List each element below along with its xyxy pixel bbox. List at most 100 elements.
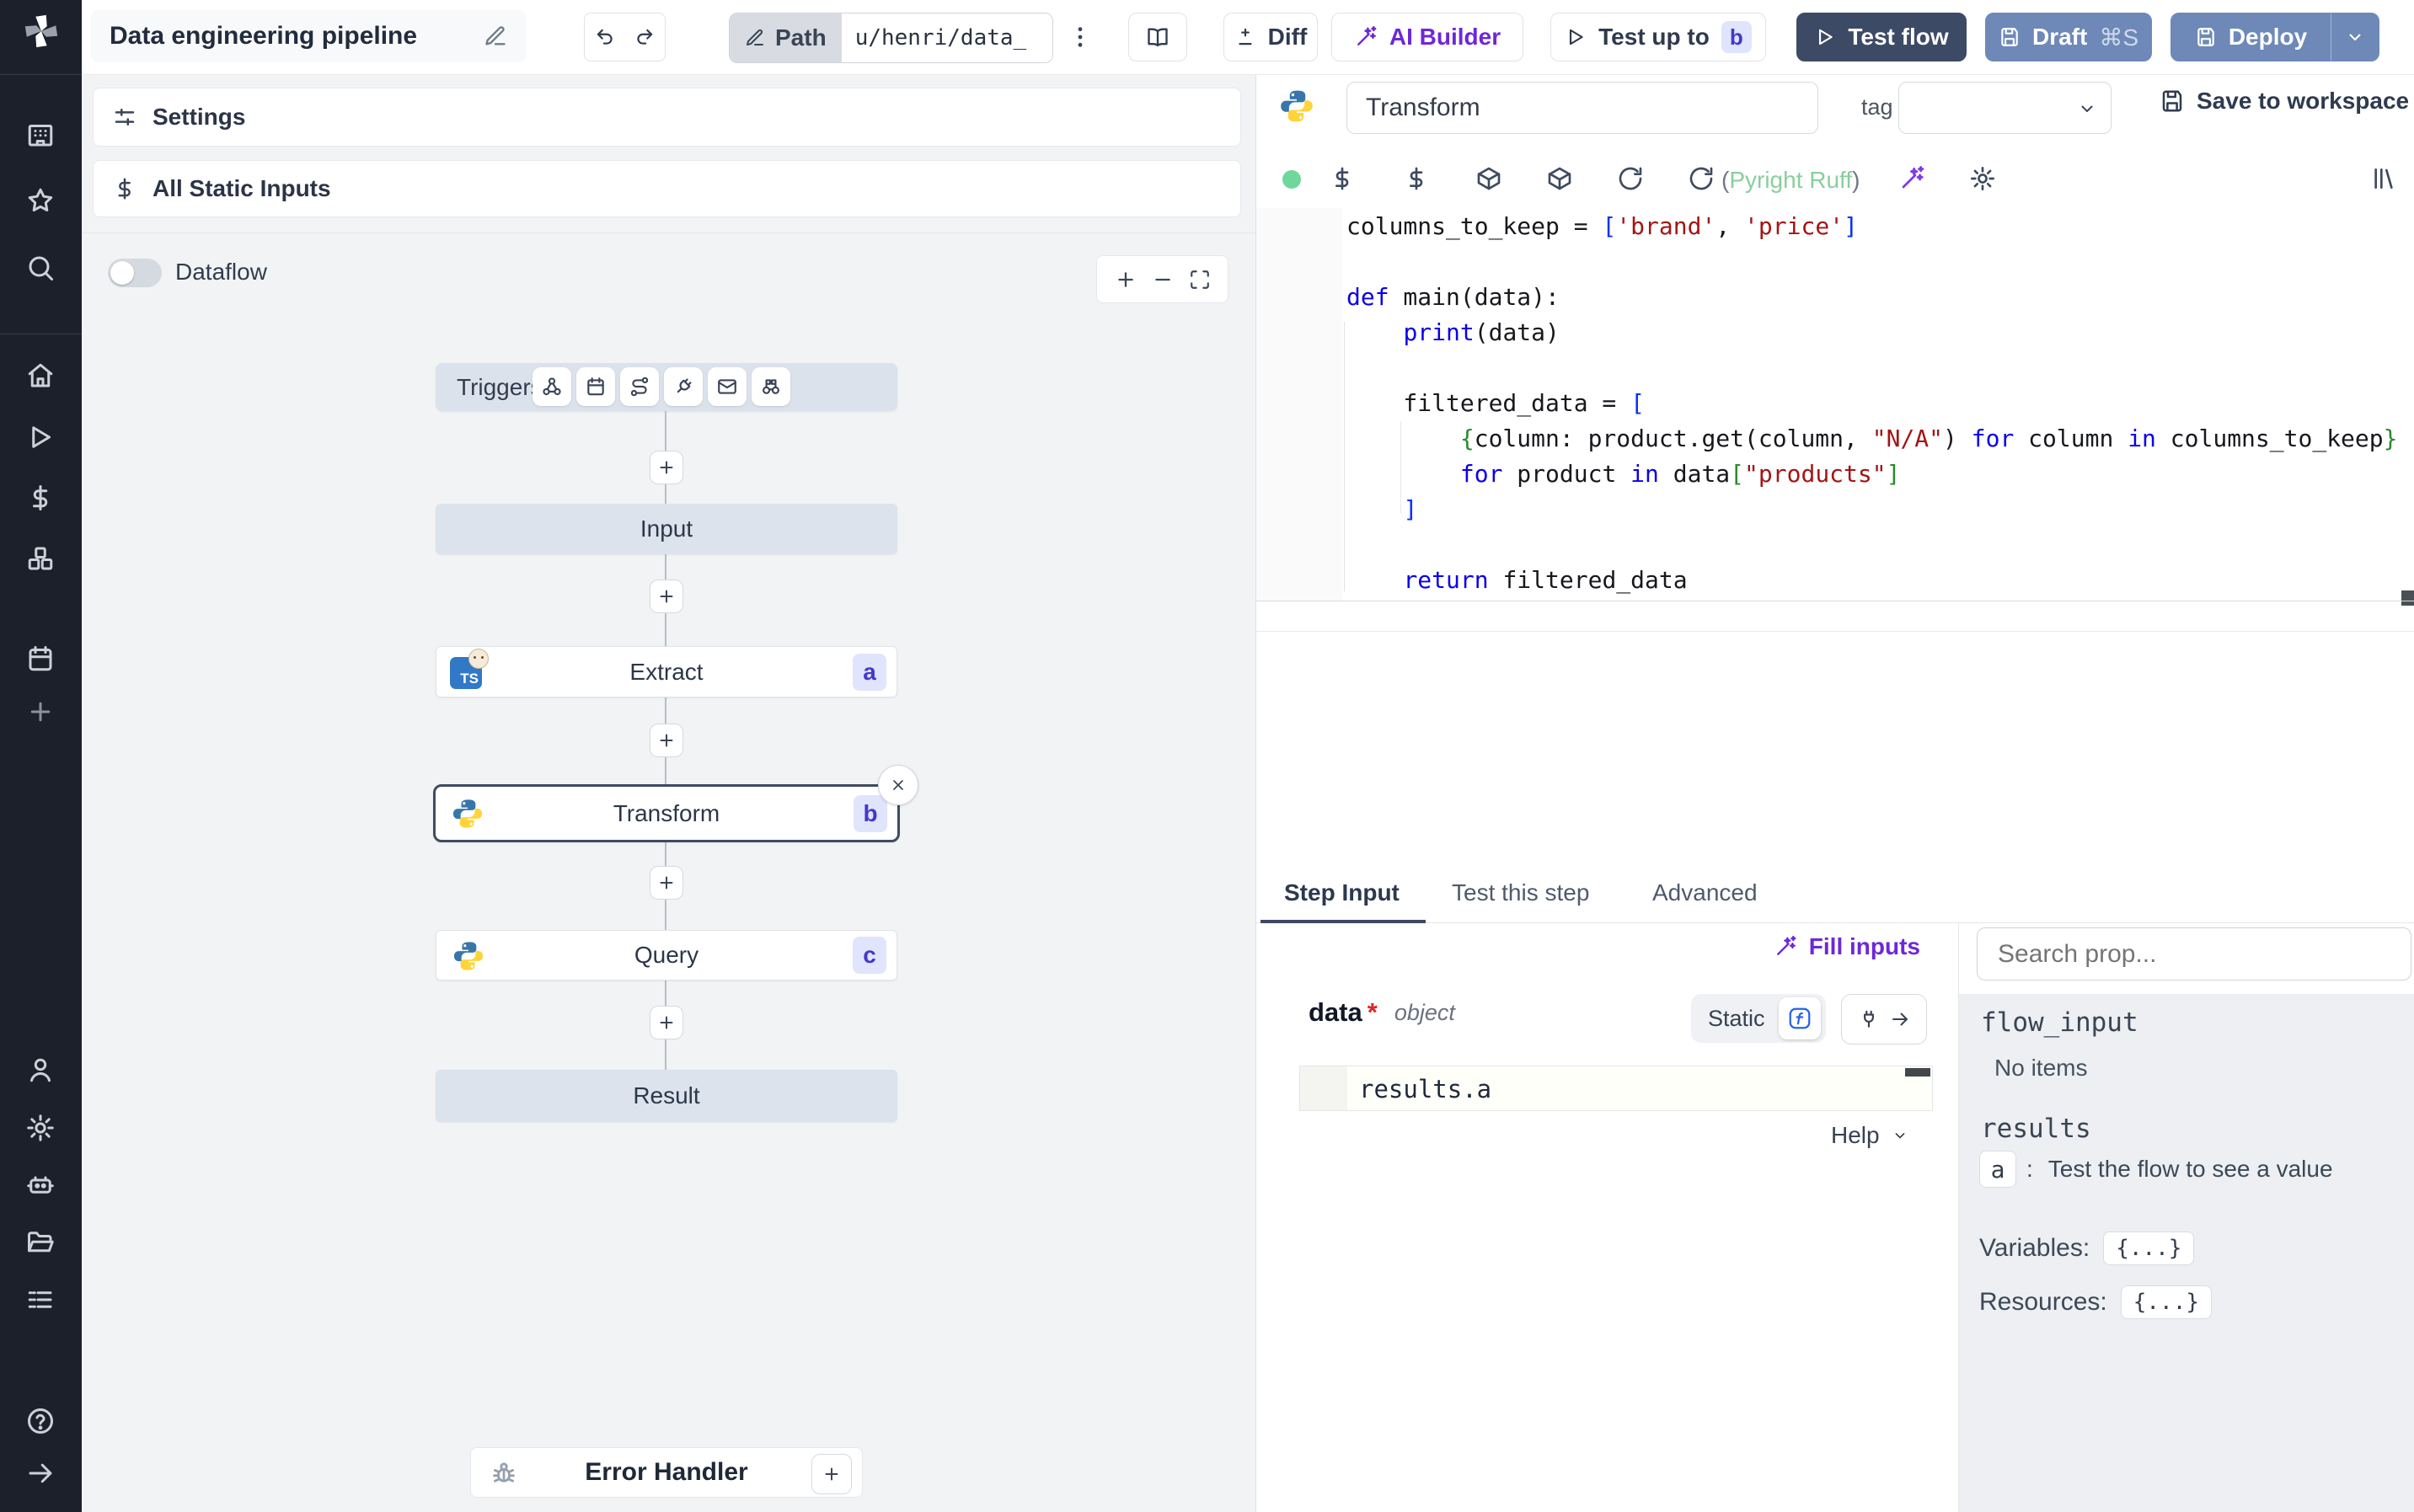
help-icon[interactable]	[25, 1406, 56, 1436]
add-error-handler-button[interactable]	[811, 1454, 852, 1494]
path-button[interactable]: Path	[730, 13, 842, 62]
more-menu-icon[interactable]	[1067, 24, 1094, 51]
book-icon	[1146, 25, 1170, 49]
zoom-in-icon[interactable]	[1114, 268, 1137, 291]
undo-button[interactable]	[584, 13, 625, 61]
ai-assist-icon[interactable]	[1898, 165, 1925, 192]
code-editor[interactable]: columns_to_keep = ['brand', 'price'] def…	[1342, 208, 2414, 601]
fit-view-icon[interactable]	[1189, 269, 1211, 291]
favorites-icon[interactable]	[25, 185, 56, 216]
websocket-trigger-button[interactable]	[664, 367, 703, 406]
deploy-button[interactable]: Deploy	[2171, 13, 2331, 61]
flow-title-box[interactable]: Data engineering pipeline	[91, 10, 526, 62]
webhook-trigger-button[interactable]	[533, 367, 571, 406]
package-icon[interactable]	[1546, 165, 1573, 192]
error-handler-node[interactable]: Error Handler	[470, 1447, 863, 1498]
tag-select[interactable]	[1898, 82, 2112, 134]
draft-button[interactable]: Draft ⌘S	[1985, 13, 2152, 61]
calendar-icon	[585, 376, 607, 398]
home-icon[interactable]	[25, 361, 56, 391]
email-trigger-button[interactable]	[708, 367, 747, 406]
schedule-trigger-button[interactable]	[576, 367, 615, 406]
reload-icon[interactable]	[1617, 165, 1644, 192]
connect-input-button[interactable]	[1841, 994, 1927, 1045]
flow-settings-row[interactable]: Settings	[93, 88, 1241, 147]
tag-label: tag	[1861, 94, 1893, 120]
route-trigger-button[interactable]	[620, 367, 659, 406]
test-flow-button[interactable]: Test flow	[1796, 13, 1967, 61]
result-item[interactable]: a : Test the flow to see a value	[1979, 1151, 2333, 1188]
static-inputs-row[interactable]: All Static Inputs	[93, 160, 1241, 217]
workers-icon[interactable]	[25, 1170, 56, 1200]
path-input[interactable]	[841, 13, 1052, 62]
ai-builder-label: AI Builder	[1389, 24, 1501, 50]
insert-step-button[interactable]	[650, 724, 683, 757]
resources-icon[interactable]	[25, 543, 56, 574]
query-node[interactable]: Query c	[436, 930, 897, 980]
diff-button[interactable]: Diff	[1223, 13, 1318, 61]
tab-step-input[interactable]: Step Input	[1282, 863, 1401, 923]
variables-icon[interactable]	[25, 483, 56, 513]
redo-button[interactable]	[624, 13, 666, 61]
field-name: data	[1309, 997, 1362, 1027]
insert-step-button[interactable]	[650, 580, 683, 613]
insert-step-button[interactable]	[650, 1006, 683, 1039]
insert-step-button[interactable]	[650, 866, 683, 900]
package-icon[interactable]	[1475, 165, 1502, 192]
zoom-out-icon[interactable]	[1151, 268, 1175, 291]
variables-value-chip[interactable]: {...}	[2103, 1232, 2195, 1265]
expand-sidebar-icon[interactable]	[25, 1458, 56, 1488]
docs-button[interactable]	[1128, 13, 1187, 61]
poll-trigger-button[interactable]	[752, 367, 790, 406]
expr-editor[interactable]: results.a	[1299, 1066, 1933, 1111]
binoculars-icon	[760, 376, 782, 398]
deploy-menu-button[interactable]	[2331, 13, 2379, 61]
triggers-label: Triggers	[457, 374, 543, 400]
library-icon[interactable]	[2370, 165, 2397, 192]
ai-builder-button[interactable]: AI Builder	[1331, 13, 1523, 61]
tab-test-this-step[interactable]: Test this step	[1450, 863, 1591, 923]
edit-title-icon[interactable]	[484, 24, 507, 48]
extract-node[interactable]: TS Extract a	[436, 646, 897, 697]
transform-node-selected[interactable]: Transform b	[433, 784, 900, 842]
path-edit-icon	[745, 28, 765, 48]
input-node[interactable]: Input	[436, 504, 897, 554]
dataflow-toggle[interactable]	[108, 259, 162, 287]
remove-step-button[interactable]	[878, 765, 918, 805]
save-to-workspace-button[interactable]: Save to workspace	[2160, 88, 2409, 115]
test-up-to-label: Test up to	[1598, 24, 1710, 50]
javascript-expr-toggle[interactable]	[1778, 997, 1821, 1039]
windmill-logo-icon[interactable]	[22, 12, 61, 51]
plus-icon	[656, 873, 677, 893]
resources-value-chip[interactable]: {...}	[2120, 1285, 2213, 1319]
workspace-icon[interactable]	[25, 120, 56, 150]
results-section[interactable]: results	[1981, 1114, 2091, 1144]
flow-input-section[interactable]: flow_input	[1981, 1007, 2138, 1038]
reload-icon[interactable]	[1688, 165, 1715, 192]
help-toggle[interactable]: Help	[1831, 1122, 1908, 1149]
step-name-input[interactable]	[1364, 93, 1801, 123]
search-icon[interactable]	[25, 253, 56, 283]
result-key-chip[interactable]: a	[1979, 1151, 2016, 1188]
variables-picker-icon[interactable]	[1329, 165, 1356, 192]
deploy-label: Deploy	[2228, 24, 2308, 50]
test-flow-label: Test flow	[1848, 24, 1949, 50]
settings-icon[interactable]	[25, 1113, 56, 1143]
schedules-icon[interactable]	[25, 644, 56, 674]
extract-node-badge: a	[853, 653, 886, 691]
path-group: Path	[729, 13, 1053, 63]
runs-icon[interactable]	[25, 422, 56, 452]
editor-scrollbar-thumb[interactable]	[2401, 590, 2414, 606]
prop-search-input[interactable]	[1996, 938, 2392, 970]
fill-inputs-button[interactable]: Fill inputs	[1737, 933, 1920, 960]
insert-step-button[interactable]	[650, 451, 683, 484]
users-icon[interactable]	[25, 1055, 56, 1085]
editor-settings-icon[interactable]	[1969, 165, 1996, 192]
result-node[interactable]: Result	[436, 1070, 897, 1122]
resources-picker-icon[interactable]	[1403, 165, 1430, 192]
logs-icon[interactable]	[25, 1285, 56, 1315]
add-icon[interactable]	[25, 697, 56, 727]
tab-advanced[interactable]: Advanced	[1651, 863, 1759, 923]
test-up-to-button[interactable]: Test up to b	[1550, 13, 1766, 61]
folders-icon[interactable]	[25, 1227, 56, 1258]
